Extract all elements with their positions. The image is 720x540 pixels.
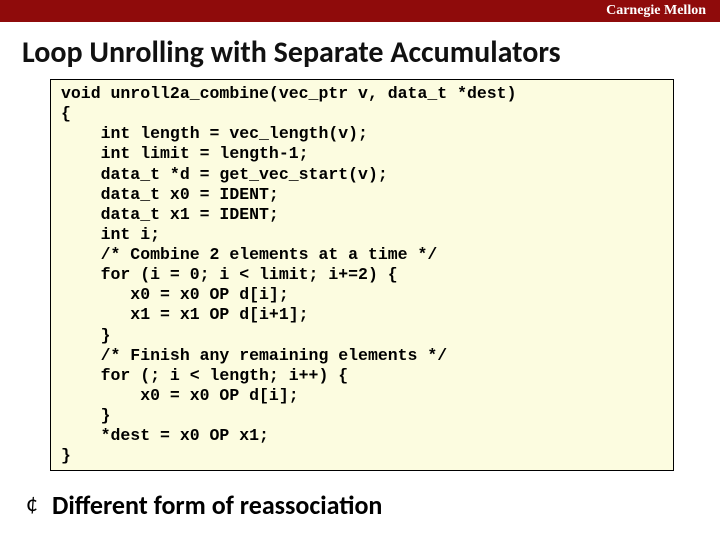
header-bar: Carnegie Mellon	[0, 0, 720, 22]
code-block: void unroll2a_combine(vec_ptr v, data_t …	[50, 79, 674, 471]
bullet-item: ¢ Different form of reassociation	[26, 489, 720, 521]
bullet-text: Different form of reassociation	[52, 489, 382, 521]
bullet-glyph-icon: ¢	[26, 492, 38, 516]
header-org-label: Carnegie Mellon	[606, 3, 706, 19]
slide-title: Loop Unrolling with Separate Accumulator…	[22, 36, 720, 69]
